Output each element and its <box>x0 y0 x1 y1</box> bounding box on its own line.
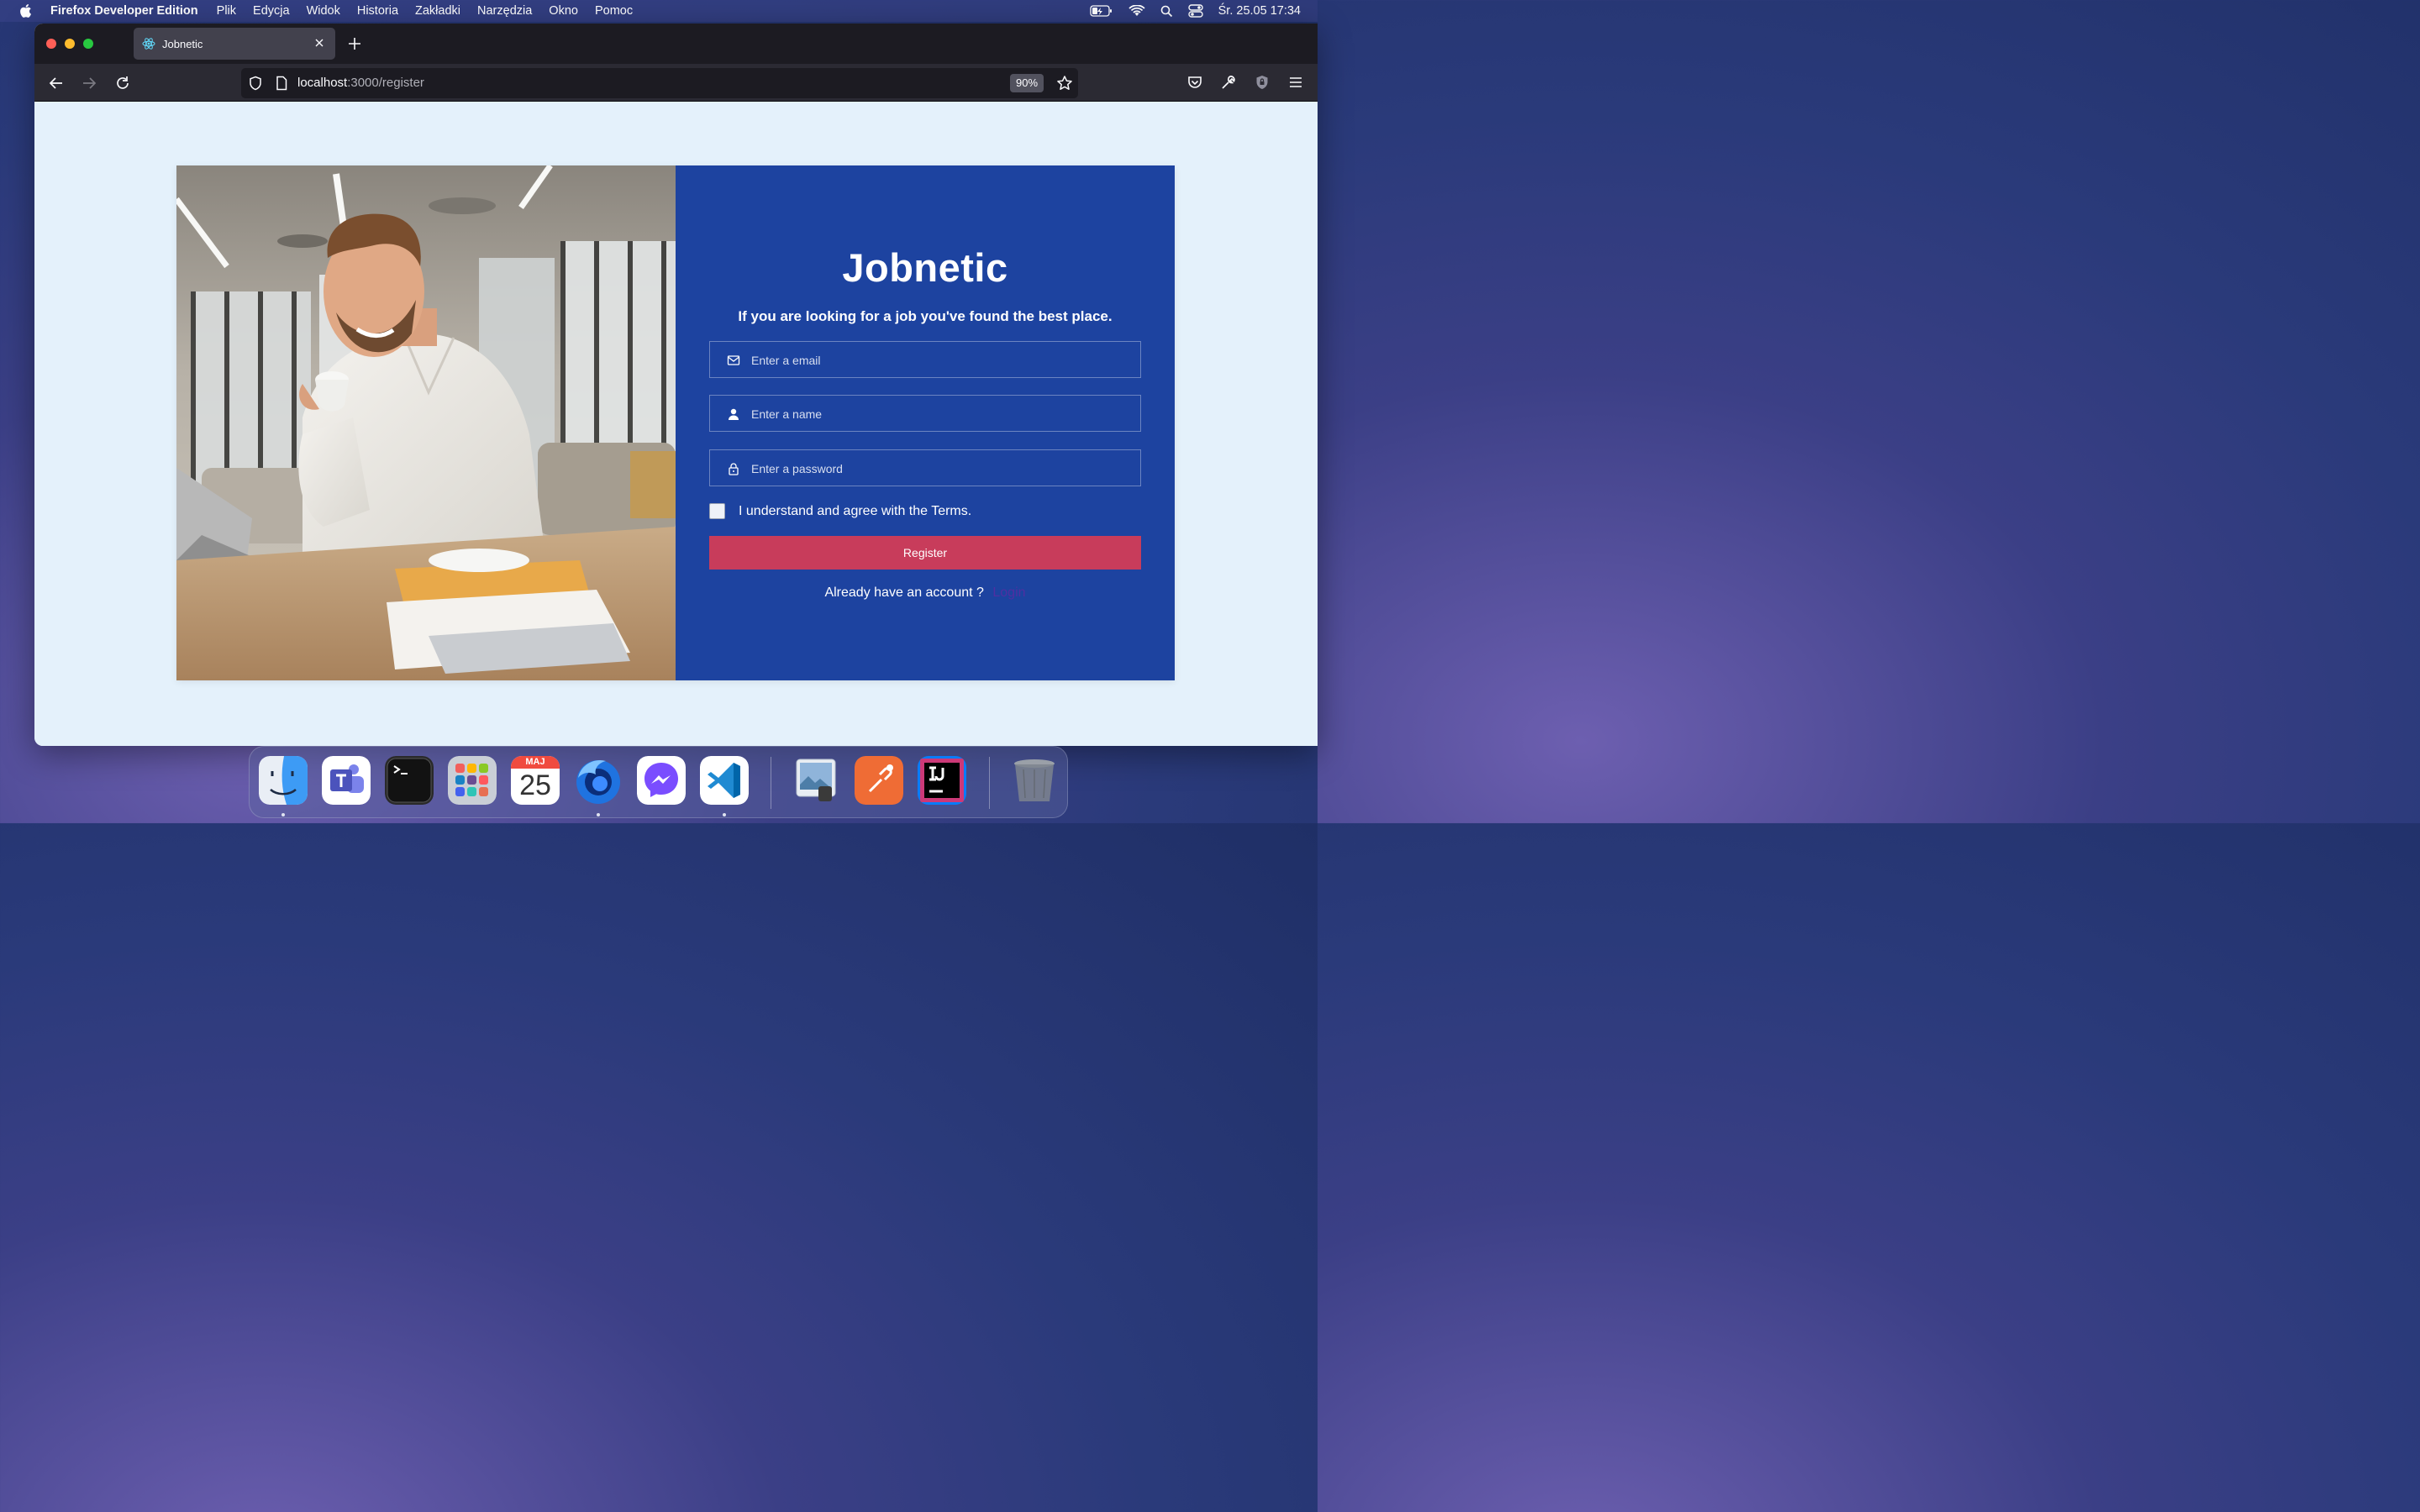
menu-edycja[interactable]: Edycja <box>253 4 290 18</box>
browser-window: Jobnetic localhost:3000/register 90% Job… <box>34 24 1318 746</box>
intellij-icon[interactable] <box>918 756 966 805</box>
terms-checkbox[interactable] <box>709 503 725 519</box>
hero-photo <box>176 165 676 680</box>
zoom-window-button[interactable] <box>83 39 93 49</box>
menu-okno[interactable]: Okno <box>549 4 578 18</box>
brand-title: Jobnetic <box>842 245 1008 290</box>
macos-menubar: Firefox Developer Edition Plik Edycja Wi… <box>0 0 1318 22</box>
forward-arrow-icon[interactable] <box>81 75 97 92</box>
tab-jobnetic[interactable]: Jobnetic <box>134 28 335 60</box>
bookmark-star-icon[interactable] <box>1056 75 1073 92</box>
navigation-bar: localhost:3000/register 90% <box>34 64 1318 102</box>
menu-pomoc[interactable]: Pomoc <box>595 4 633 18</box>
vscode-icon[interactable] <box>700 756 749 805</box>
finder-running-dot <box>281 813 285 816</box>
teams-icon[interactable] <box>322 756 371 805</box>
menu-historia[interactable]: Historia <box>357 4 398 18</box>
macos-dock: MAJ 25 <box>249 746 1068 818</box>
page-content: Jobnetic If you are looking for a job yo… <box>34 102 1318 746</box>
wifi-icon[interactable] <box>1128 5 1145 17</box>
email-placeholder: Enter a email <box>751 354 821 367</box>
name-placeholder: Enter a name <box>751 407 823 421</box>
url-host: localhost <box>297 76 348 90</box>
pocket-icon[interactable] <box>1186 74 1203 91</box>
window-controls <box>46 39 93 49</box>
menu-widok[interactable]: Widok <box>307 4 340 18</box>
terms-label[interactable]: I understand and agree with the Terms. <box>739 504 971 519</box>
url-bar[interactable]: localhost:3000/register 90% <box>241 68 1078 98</box>
register-button[interactable]: Register <box>709 536 1141 570</box>
close-window-button[interactable] <box>46 39 56 49</box>
zoom-level-badge[interactable]: 90% <box>1010 74 1044 92</box>
control-center-icon[interactable] <box>1187 4 1203 18</box>
email-field[interactable]: Enter a email <box>709 341 1141 378</box>
postman-icon[interactable] <box>855 756 903 805</box>
url-path: :3000/register <box>347 76 424 90</box>
firefox-running-dot <box>597 813 600 816</box>
spotlight-search-icon[interactable] <box>1160 5 1173 18</box>
developer-tools-wrench-icon[interactable] <box>1220 74 1237 91</box>
tab-bar: Jobnetic <box>34 24 1318 64</box>
messenger-icon[interactable] <box>637 756 686 805</box>
menu-zakladki[interactable]: Zakładki <box>415 4 460 18</box>
url-text[interactable]: localhost:3000/register <box>297 76 424 90</box>
calendar-month: MAJ <box>511 756 560 769</box>
user-icon <box>729 408 739 420</box>
battery-icon[interactable] <box>1089 5 1113 17</box>
tab-title: Jobnetic <box>162 37 203 50</box>
menu-app-name[interactable]: Firefox Developer Edition <box>50 4 198 18</box>
new-tab-icon[interactable] <box>347 36 362 51</box>
extension-shield-icon[interactable] <box>1254 74 1270 91</box>
hamburger-menu-icon[interactable] <box>1287 74 1304 91</box>
finder-icon[interactable] <box>259 756 308 805</box>
tagline: If you are looking for a job you've foun… <box>738 308 1113 324</box>
trash-icon[interactable] <box>1010 756 1059 805</box>
register-card: Jobnetic If you are looking for a job yo… <box>176 165 1175 680</box>
envelope-icon <box>727 355 740 365</box>
close-tab-icon[interactable] <box>313 37 325 49</box>
lock-icon <box>729 463 739 475</box>
password-field[interactable]: Enter a password <box>709 449 1141 486</box>
menu-plik[interactable]: Plik <box>217 4 236 18</box>
calendar-icon[interactable]: MAJ 25 <box>511 756 560 805</box>
firefox-icon[interactable] <box>574 756 623 805</box>
terms-row: I understand and agree with the Terms. <box>709 503 971 519</box>
man-drinking-coffee-image <box>176 165 676 680</box>
back-arrow-icon[interactable] <box>48 75 65 92</box>
menu-narzedzia[interactable]: Narzędzia <box>477 4 532 18</box>
register-form-panel: Jobnetic If you are looking for a job yo… <box>676 165 1175 680</box>
reload-icon[interactable] <box>114 75 131 92</box>
react-favicon-icon <box>142 38 155 50</box>
password-placeholder: Enter a password <box>751 462 843 475</box>
launchpad-icon[interactable] <box>448 756 497 805</box>
vscode-running-dot <box>723 813 726 816</box>
calendar-day: 25 <box>519 769 551 801</box>
preview-icon[interactable] <box>792 756 840 805</box>
toolbar-right <box>1186 74 1304 91</box>
terminal-icon[interactable] <box>385 756 434 805</box>
tracking-shield-icon[interactable] <box>248 76 263 91</box>
page-info-icon[interactable] <box>275 76 288 91</box>
already-account-text: Already have an account ? <box>824 585 984 600</box>
minimize-window-button[interactable] <box>65 39 75 49</box>
already-account-row: Already have an account ? Login <box>676 585 1175 601</box>
menubar-clock[interactable]: Śr. 25.05 17:34 <box>1218 4 1301 18</box>
login-link[interactable]: Login <box>992 585 1025 600</box>
apple-menu-icon[interactable] <box>18 3 35 18</box>
name-field[interactable]: Enter a name <box>709 395 1141 432</box>
dock-separator-2 <box>989 757 990 809</box>
